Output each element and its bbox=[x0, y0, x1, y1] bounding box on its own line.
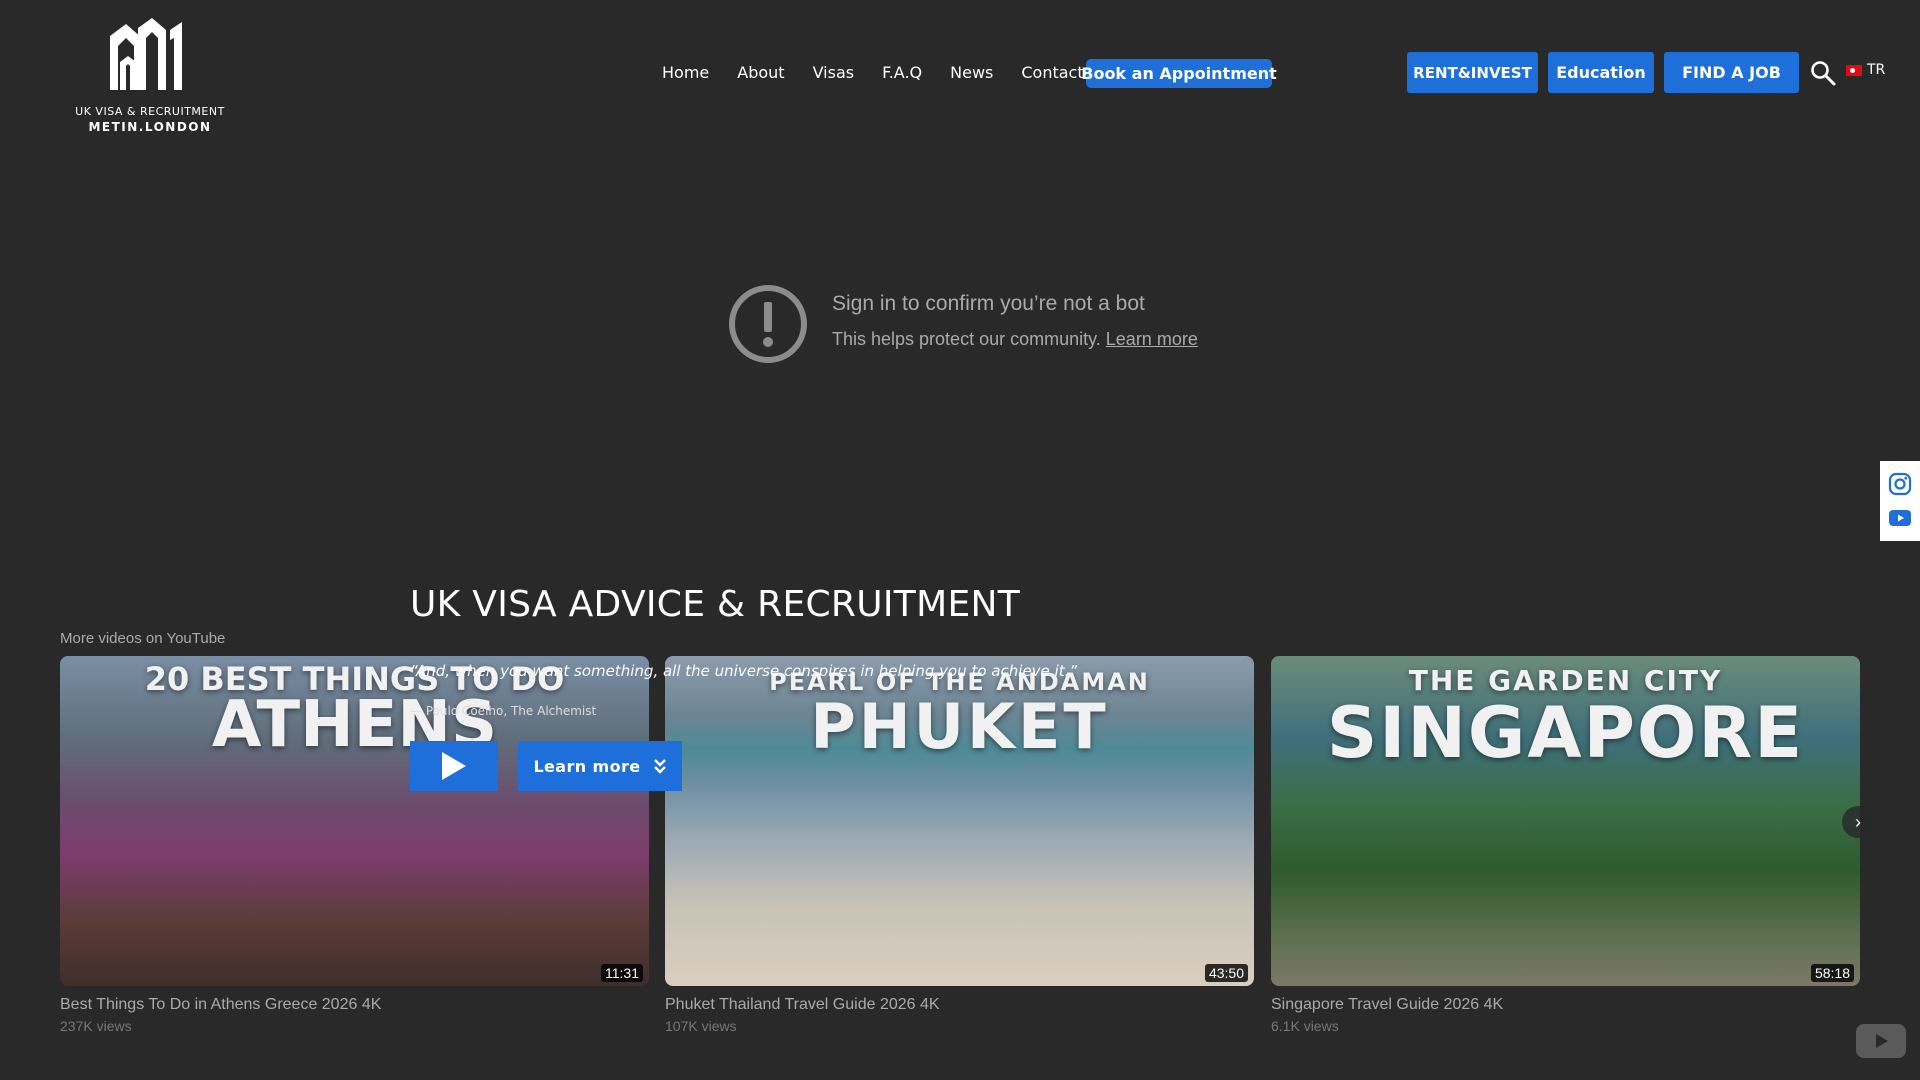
education-button[interactable]: Education bbox=[1548, 52, 1654, 93]
youtube-logo-button[interactable] bbox=[1856, 1024, 1906, 1058]
bot-notice-text: This helps protect our community. bbox=[832, 329, 1101, 349]
video-card[interactable]: PEARL OF THE ANDAMAN PHUKET 43:50 Phuket… bbox=[665, 656, 1254, 1034]
instagram-icon[interactable] bbox=[1888, 472, 1912, 496]
nav-visas[interactable]: Visas bbox=[813, 63, 855, 82]
book-appointment-button[interactable]: Book an Appointment bbox=[1081, 59, 1277, 88]
bot-notice-subtitle: This helps protect our community. Learn m… bbox=[832, 329, 1198, 350]
nav-contact[interactable]: Contact bbox=[1021, 63, 1083, 82]
video-title[interactable]: Best Things To Do in Athens Greece 2026 … bbox=[60, 996, 649, 1014]
bot-notice-title: Sign in to confirm you’re not a bot bbox=[832, 292, 1145, 315]
section-title: UK VISA ADVICE & RECRUITMENT bbox=[410, 584, 1021, 625]
turkey-flag-icon bbox=[1846, 64, 1862, 76]
video-duration: 43:50 bbox=[1204, 964, 1248, 982]
learn-more-label: Learn more bbox=[533, 756, 641, 776]
thumbnail-text-main: PHUKET bbox=[810, 690, 1109, 763]
search-icon[interactable] bbox=[1810, 60, 1836, 86]
thumbnail-text-main: SINGAPORE bbox=[1326, 692, 1805, 774]
learn-more-button[interactable]: Learn more bbox=[518, 741, 682, 791]
find-a-job-button[interactable]: FIND A JOB bbox=[1664, 52, 1799, 93]
language-label: TR bbox=[1867, 62, 1886, 78]
video-views: 6.1K views bbox=[1271, 1018, 1339, 1034]
bot-learn-more-link[interactable]: Learn more bbox=[1106, 329, 1198, 349]
chevron-double-down-icon bbox=[653, 759, 666, 774]
exclamation-circle-icon bbox=[729, 285, 807, 363]
social-sidebar bbox=[1880, 461, 1920, 541]
play-button[interactable] bbox=[410, 741, 498, 791]
video-card[interactable]: THE GARDEN CITY SINGAPORE 58:18 Singapor… bbox=[1271, 656, 1860, 1034]
site-logo[interactable]: UK VISA & RECRUITMENT METIN.LONDON bbox=[74, 16, 226, 134]
rent-invest-button[interactable]: RENT&INVEST bbox=[1407, 52, 1538, 93]
youtube-play-icon bbox=[1876, 1034, 1888, 1048]
logo-text-line1: UK VISA & RECRUITMENT bbox=[75, 105, 225, 118]
chevron-right-icon: › bbox=[1855, 811, 1861, 832]
video-title[interactable]: Singapore Travel Guide 2026 4K bbox=[1271, 996, 1860, 1014]
carousel-next-button[interactable]: › bbox=[1842, 806, 1874, 838]
nav-faq[interactable]: F.A.Q bbox=[882, 63, 922, 82]
play-icon bbox=[442, 752, 466, 780]
video-duration: 58:18 bbox=[1810, 964, 1854, 982]
language-switcher[interactable]: TR bbox=[1846, 62, 1885, 78]
quote-text: “And, when you want something, all the u… bbox=[410, 662, 1078, 680]
video-duration: 11:31 bbox=[601, 964, 643, 982]
video-thumbnail[interactable]: PEARL OF THE ANDAMAN PHUKET 43:50 bbox=[665, 656, 1254, 986]
video-thumbnail[interactable]: THE GARDEN CITY SINGAPORE 58:18 bbox=[1271, 656, 1860, 986]
video-title[interactable]: Phuket Thailand Travel Guide 2026 4K bbox=[665, 996, 1254, 1014]
nav-about[interactable]: About bbox=[737, 63, 784, 82]
logo-text-line2: METIN.LONDON bbox=[88, 120, 212, 134]
nav-home[interactable]: Home bbox=[662, 63, 709, 82]
video-views: 107K views bbox=[665, 1018, 737, 1034]
quote-author: — Paulo Coelho, The Alchemist bbox=[410, 704, 597, 718]
video-views: 237K views bbox=[60, 1018, 132, 1034]
more-videos-label: More videos on YouTube bbox=[60, 630, 226, 647]
main-nav: Home About Visas F.A.Q News Contact bbox=[662, 60, 1112, 84]
youtube-icon[interactable] bbox=[1888, 506, 1912, 530]
nav-news[interactable]: News bbox=[950, 63, 993, 82]
logo-mark-icon bbox=[110, 18, 182, 90]
